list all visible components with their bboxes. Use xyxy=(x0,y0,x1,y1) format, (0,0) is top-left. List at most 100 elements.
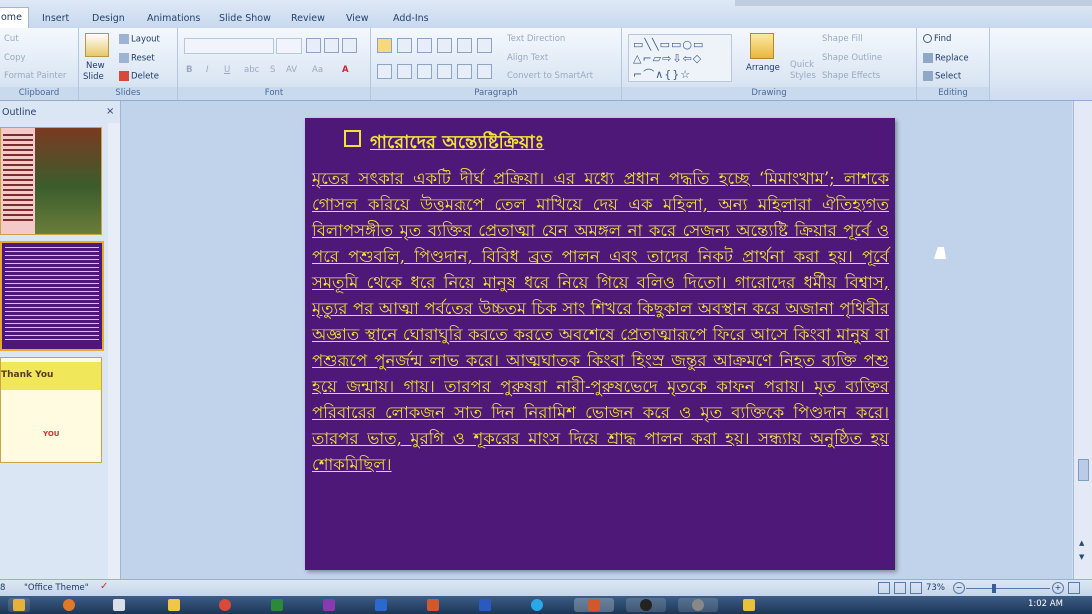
tab-add-ins[interactable]: Add-Ins xyxy=(393,9,429,28)
media-icon[interactable] xyxy=(626,598,666,612)
new-slide-icon xyxy=(85,33,109,57)
folder-icon[interactable] xyxy=(163,598,185,612)
tab-home[interactable]: ome xyxy=(0,7,29,29)
skype-icon[interactable] xyxy=(526,598,548,612)
font-size-dropdown[interactable] xyxy=(276,38,302,54)
slide-body-text[interactable]: মৃতের সৎকার একটি দীর্ঘ প্রক্রিয়া। এর মধ… xyxy=(312,166,889,546)
windows-taskbar: 1:02 AM xyxy=(0,596,1092,614)
font-color-icon[interactable]: A xyxy=(342,65,349,75)
shape-effects-button[interactable]: Shape Effects xyxy=(822,71,880,81)
zoom-slider-thumb[interactable] xyxy=(992,584,996,593)
italic-icon[interactable]: I xyxy=(206,65,209,75)
zoom-in-icon[interactable]: + xyxy=(1052,582,1064,594)
onenote-icon[interactable] xyxy=(318,598,340,612)
align-right-icon[interactable] xyxy=(417,64,432,79)
format-painter-button[interactable]: Format Painter xyxy=(4,71,66,81)
columns-2-icon[interactable] xyxy=(477,64,492,79)
paragraph-group-label: Paragraph xyxy=(371,87,621,100)
align-left-icon[interactable] xyxy=(377,64,392,79)
bullets-icon[interactable] xyxy=(377,38,392,53)
quick-styles-label-2[interactable]: Styles xyxy=(790,71,816,81)
editor-vertical-scrollbar[interactable]: ▲ ▼ xyxy=(1073,101,1092,579)
slide-title[interactable]: গারোদের অন্ত্যেষ্টিক্রিয়াঃ xyxy=(370,128,544,159)
text-shadow-icon[interactable]: S xyxy=(270,65,275,75)
close-panel-icon[interactable]: × xyxy=(106,106,114,117)
tab-slide-show[interactable]: Slide Show xyxy=(219,9,271,28)
shape-outline-button[interactable]: Shape Outline xyxy=(822,53,882,63)
shapes-row-1: ▭╲╲▭▭○▭ xyxy=(633,38,705,51)
new-slide-label-2[interactable]: Slide xyxy=(83,72,104,82)
chrome-icon[interactable] xyxy=(214,598,236,612)
columns-icon[interactable] xyxy=(477,38,492,53)
zoom-level[interactable]: 73% xyxy=(926,583,945,593)
find-button[interactable]: Find xyxy=(923,34,951,44)
spellcheck-icon[interactable]: ✓ xyxy=(100,581,108,592)
cut-button[interactable]: Cut xyxy=(4,34,19,44)
convert-smartart-button[interactable]: Convert to SmartArt xyxy=(507,71,593,81)
line-spacing-icon[interactable] xyxy=(457,38,472,53)
decrease-indent-icon[interactable] xyxy=(417,38,432,53)
tab-animations[interactable]: Animations xyxy=(147,9,200,28)
shape-fill-button[interactable]: Shape Fill xyxy=(822,34,863,44)
recorder-icon[interactable] xyxy=(678,598,718,612)
scroll-down-icon[interactable]: ▼ xyxy=(1079,553,1084,561)
slideshow-view-icon[interactable] xyxy=(910,582,922,594)
underline-icon[interactable]: U xyxy=(224,65,230,75)
slide-thumbnail-6[interactable] xyxy=(0,127,102,235)
slide-thumbnail-7[interactable] xyxy=(0,241,104,351)
align-center-icon[interactable] xyxy=(397,64,412,79)
firefox-icon[interactable] xyxy=(58,598,80,612)
layout-button[interactable]: Layout xyxy=(119,34,160,45)
font-name-dropdown[interactable] xyxy=(184,38,274,54)
tab-design[interactable]: Design xyxy=(92,9,125,28)
scroll-up-icon[interactable]: ▲ xyxy=(1079,539,1084,547)
grow-font-icon[interactable] xyxy=(306,38,321,53)
distributed-icon[interactable] xyxy=(457,64,472,79)
copy-button[interactable]: Copy xyxy=(4,53,26,63)
replace-button[interactable]: Replace xyxy=(923,53,969,64)
zoom-out-icon[interactable]: − xyxy=(953,582,965,594)
increase-indent-icon[interactable] xyxy=(437,38,452,53)
shrink-font-icon[interactable] xyxy=(324,38,339,53)
delete-button[interactable]: Delete xyxy=(119,71,159,82)
powerpoint-icon[interactable] xyxy=(422,598,444,612)
tab-review[interactable]: Review xyxy=(291,9,325,28)
scrollbar-thumb[interactable] xyxy=(1078,459,1089,481)
zoom-slider[interactable] xyxy=(966,588,1050,589)
new-slide-label-1[interactable]: New xyxy=(86,61,105,71)
strikethrough-icon[interactable]: abc xyxy=(244,65,259,75)
excel-icon[interactable] xyxy=(266,598,288,612)
normal-view-icon[interactable] xyxy=(878,582,890,594)
panel-scrollbar[interactable] xyxy=(108,123,120,579)
tab-insert[interactable]: Insert xyxy=(42,9,69,28)
clear-formatting-icon[interactable] xyxy=(342,38,357,53)
select-icon xyxy=(923,71,933,81)
slide-sorter-icon[interactable] xyxy=(894,582,906,594)
reset-button[interactable]: Reset xyxy=(119,53,155,64)
justify-icon[interactable] xyxy=(437,64,452,79)
delete-icon xyxy=(119,71,129,81)
font-group-label: Font xyxy=(178,87,370,100)
ie-icon[interactable] xyxy=(8,598,30,612)
editing-group: Find Replace Select Editing xyxy=(917,28,990,100)
outline-tab[interactable]: Outline × xyxy=(0,105,118,121)
text-direction-button[interactable]: Text Direction xyxy=(507,34,565,44)
tab-view[interactable]: View xyxy=(346,9,369,28)
char-spacing-icon[interactable]: AV xyxy=(286,65,297,75)
numbering-icon[interactable] xyxy=(397,38,412,53)
arrange-button[interactable]: Arrange xyxy=(746,63,780,73)
tray-app-icon[interactable] xyxy=(738,598,760,612)
shapes-gallery[interactable]: ▭╲╲▭▭○▭ △⌐▱⇨⇩⇦◇ ⌐⌒∧{}☆ xyxy=(628,34,732,82)
bold-icon[interactable]: B xyxy=(186,65,192,75)
quick-styles-label-1[interactable]: Quick xyxy=(790,60,814,70)
fit-to-window-icon[interactable] xyxy=(1068,582,1080,594)
app-icon[interactable] xyxy=(108,598,130,612)
word-icon[interactable] xyxy=(474,598,496,612)
slides-group-label: Slides xyxy=(79,87,177,100)
change-case-icon[interactable]: Aa xyxy=(312,65,323,75)
select-button[interactable]: Select xyxy=(923,71,961,82)
slide-thumbnail-8[interactable]: Thank You YOU xyxy=(0,357,102,463)
outlook-icon[interactable] xyxy=(370,598,392,612)
align-text-button[interactable]: Align Text xyxy=(507,53,548,63)
powerpoint-active-icon[interactable] xyxy=(574,598,614,612)
